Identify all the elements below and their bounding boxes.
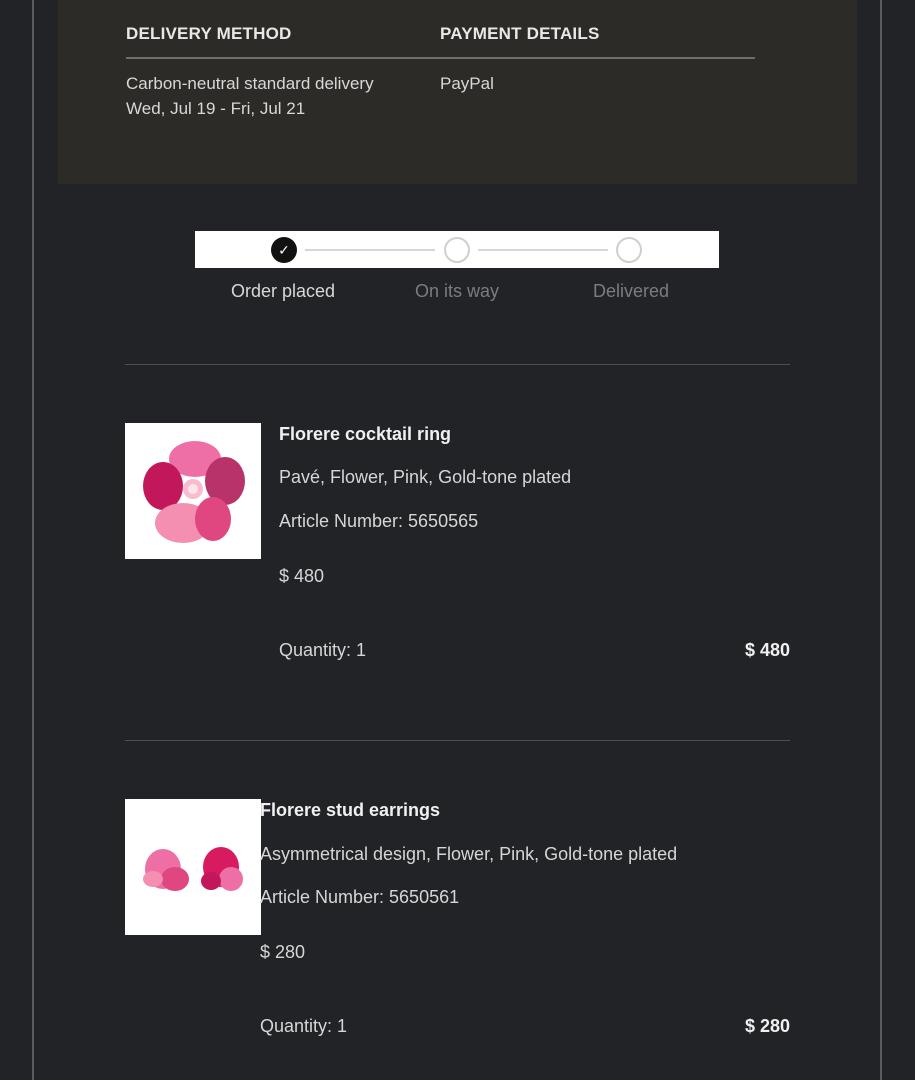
item-title[interactable]: Florere cocktail ring	[279, 424, 451, 445]
item-article-number: Article Number: 5650561	[260, 887, 460, 907]
item-quantity: Quantity: 1	[260, 1016, 348, 1036]
item-description: Asymmetrical design, Flower, Pink, Gold-…	[260, 844, 678, 864]
item-description: Pavé, Flower, Pink, Gold-tone plated	[279, 467, 572, 487]
step-label-order-placed: Order placed	[230, 281, 336, 301]
item-total: $ 280	[744, 1016, 790, 1036]
flower-ring-image	[143, 441, 245, 543]
item-price: $ 280	[260, 942, 306, 962]
frame-border-right	[880, 0, 882, 1080]
item-divider	[125, 740, 790, 741]
delivery-method-heading: DELIVERY METHOD	[126, 0, 441, 59]
step-label-on-its-way: On its way	[414, 281, 500, 301]
step-label-delivered: Delivered	[592, 281, 670, 301]
item-title[interactable]: Florere stud earrings	[260, 800, 440, 821]
step-order-placed-check-icon: ✓	[271, 237, 297, 263]
payment-details-section: PAYMENT DETAILS PayPal	[440, 0, 755, 96]
frame-border-left	[32, 0, 34, 1080]
product-image-earrings[interactable]	[125, 799, 261, 935]
item-article-number: Article Number: 5650565	[279, 511, 479, 531]
delivery-method-value: Carbon-neutral standard delivery	[126, 74, 374, 93]
payment-method-value: PayPal	[440, 74, 494, 93]
order-details-card: DELIVERY METHOD Carbon-neutral standard …	[58, 0, 857, 184]
step-delivered-circle-icon	[616, 237, 642, 263]
item-price: $ 480	[279, 566, 325, 586]
product-image-ring[interactable]	[125, 423, 261, 559]
flower-earrings-image	[143, 847, 243, 891]
progress-line-1	[305, 249, 435, 251]
order-progress-tracker: ✓	[195, 231, 719, 268]
item-total: $ 480	[744, 640, 790, 660]
payment-details-heading: PAYMENT DETAILS	[440, 0, 755, 59]
section-divider	[125, 364, 790, 365]
item-quantity: Quantity: 1	[279, 640, 367, 660]
progress-line-2	[478, 249, 608, 251]
delivery-window: Wed, Jul 19 - Fri, Jul 21	[126, 99, 306, 118]
step-on-its-way-circle-icon	[444, 237, 470, 263]
delivery-method-section: DELIVERY METHOD Carbon-neutral standard …	[126, 0, 441, 121]
